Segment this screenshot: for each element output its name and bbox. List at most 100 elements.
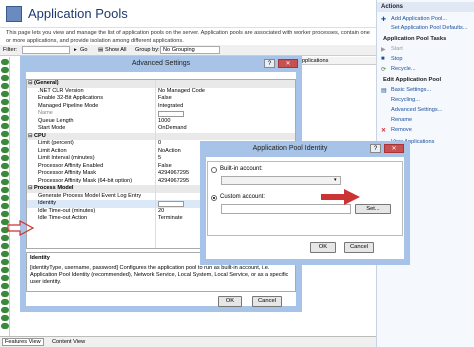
pool-row-icon[interactable] [1,251,9,257]
pool-row-icon[interactable] [1,315,9,321]
pool-row-icon[interactable] [1,243,9,249]
recycle-link[interactable]: Recycle... [391,66,416,72]
property-name: Limit (percent) [38,140,74,146]
identity-close-button[interactable]: ✕ [384,144,404,153]
chevron-down-icon: ▾ [334,177,337,183]
property-value: 5 [158,155,162,161]
pool-row-icon[interactable] [1,59,9,65]
recycle-icon: ⟳ [381,67,387,73]
cancel-button[interactable]: Cancel [252,296,282,307]
pool-row-icon[interactable] [1,259,9,265]
property-name: Limit Interval (minutes) [38,155,95,161]
basic-settings-link[interactable]: Basic Settings... [391,87,431,93]
builtin-radio[interactable] [211,167,217,173]
stop-icon: ■ [381,56,385,62]
remove-link[interactable]: Remove [391,127,412,133]
pool-row-icon[interactable] [1,187,9,193]
pool-row-icon[interactable] [1,91,9,97]
show-all-button[interactable]: Show All [105,47,126,53]
pool-row-icon[interactable] [1,123,9,129]
filter-label: Filter: [3,47,17,53]
custom-radio[interactable] [211,195,217,201]
collapse-icon[interactable]: ⊟ [28,185,33,193]
property-value: 4294967295 [158,177,190,184]
pool-row-icon[interactable] [1,67,9,73]
pool-row-icon[interactable] [1,131,9,137]
add-pool-link[interactable]: Add Application Pool... [391,16,447,22]
advanced-settings-link[interactable]: Advanced Settings... [391,107,442,113]
property-value-field[interactable] [158,201,184,207]
pool-row-icon[interactable] [1,115,9,121]
pool-row-icon[interactable] [1,171,9,177]
grid-divider[interactable] [155,80,156,248]
property-name: Identity [38,200,57,206]
property-name: Processor Affinity Mask (64-bit option) [38,177,133,184]
pool-row-icon[interactable] [1,107,9,113]
content-view-tab[interactable]: Content View [52,339,85,345]
property-value: 20 [158,207,165,214]
pool-row-icon[interactable] [1,155,9,161]
property-name: Processor Affinity Mask [38,170,97,176]
pool-row-icon[interactable] [1,211,9,217]
pool-row-icon[interactable] [1,283,9,289]
pool-row-icon[interactable] [1,299,9,305]
property-name: Name [38,110,53,116]
show-all-icon: ▤ [98,47,104,53]
property-name: Generate Process Model Event Log Entry [38,192,142,199]
pool-row-icon[interactable] [1,179,9,185]
rename-link[interactable]: Rename [391,117,412,123]
filter-input[interactable] [22,46,70,54]
pool-row-icon[interactable] [1,195,9,201]
ok-button[interactable]: OK [218,296,242,307]
set-defaults-link[interactable]: Set Application Pool Defaults... [391,25,468,31]
pool-list[interactable] [0,57,10,337]
column-header-applications[interactable]: pplications [300,57,376,65]
collapse-icon[interactable]: ⊟ [28,133,33,141]
features-view-tab[interactable]: Features View [2,338,44,346]
help-button[interactable]: ? [264,59,275,68]
property-value-field[interactable] [158,111,184,117]
property-row[interactable]: Start Mode OnDemand [27,125,295,133]
property-row[interactable]: Enable 32-Bit Applications False [27,95,295,103]
pool-row-icon[interactable] [1,99,9,105]
property-category[interactable]: ⊟ CPU [27,132,295,141]
pool-row-icon[interactable] [1,139,9,145]
builtin-label: Built-in account: [220,166,263,172]
pool-row-icon[interactable] [1,307,9,313]
group-by-label: Group by: [135,47,160,53]
start-link[interactable]: Start [391,46,403,52]
property-category[interactable]: ⊟ (General) [27,80,295,88]
status-bar: Features View Content View [0,336,376,347]
pool-row-icon[interactable] [1,163,9,169]
pool-row-icon[interactable] [1,83,9,89]
property-value: Integrated [158,102,184,109]
pool-row-icon[interactable] [1,291,9,297]
group-by-select[interactable]: No Grouping [160,46,220,54]
property-row[interactable]: Name [27,110,295,118]
collapse-icon[interactable]: ⊟ [28,80,33,88]
pool-row-icon[interactable] [1,323,9,329]
property-name: (General) [34,80,59,86]
property-row[interactable]: Queue Length 1000 [27,118,295,126]
go-icon[interactable]: ▸ [74,47,77,53]
identity-cancel-button[interactable]: Cancel [344,242,374,253]
go-button[interactable]: Go [80,47,87,53]
page-description: This page lets you view and manage the l… [6,30,370,44]
property-row[interactable]: Managed Pipeline Mode Integrated [27,103,295,111]
pool-row-icon[interactable] [1,147,9,153]
close-button[interactable]: ✕ [278,59,298,68]
pool-row-icon[interactable] [1,267,9,273]
identity-ok-button[interactable]: OK [310,242,336,253]
pool-row-icon[interactable] [1,203,9,209]
application-pools-icon [6,6,22,22]
property-name: CPU [34,132,46,139]
filter-bar: Filter: ▸ Go ▤ Show All Group by: No Gro… [0,45,376,56]
recycling-link[interactable]: Recycling... [391,97,420,103]
page-header: Application Pools [0,0,376,28]
pool-row-icon[interactable] [1,275,9,281]
stop-link[interactable]: Stop [391,56,403,62]
identity-help-button[interactable]: ? [370,144,381,153]
pool-row-icon[interactable] [1,75,9,81]
property-row[interactable]: .NET CLR Version No Managed Code [27,88,295,96]
builtin-account-select[interactable] [221,176,341,185]
